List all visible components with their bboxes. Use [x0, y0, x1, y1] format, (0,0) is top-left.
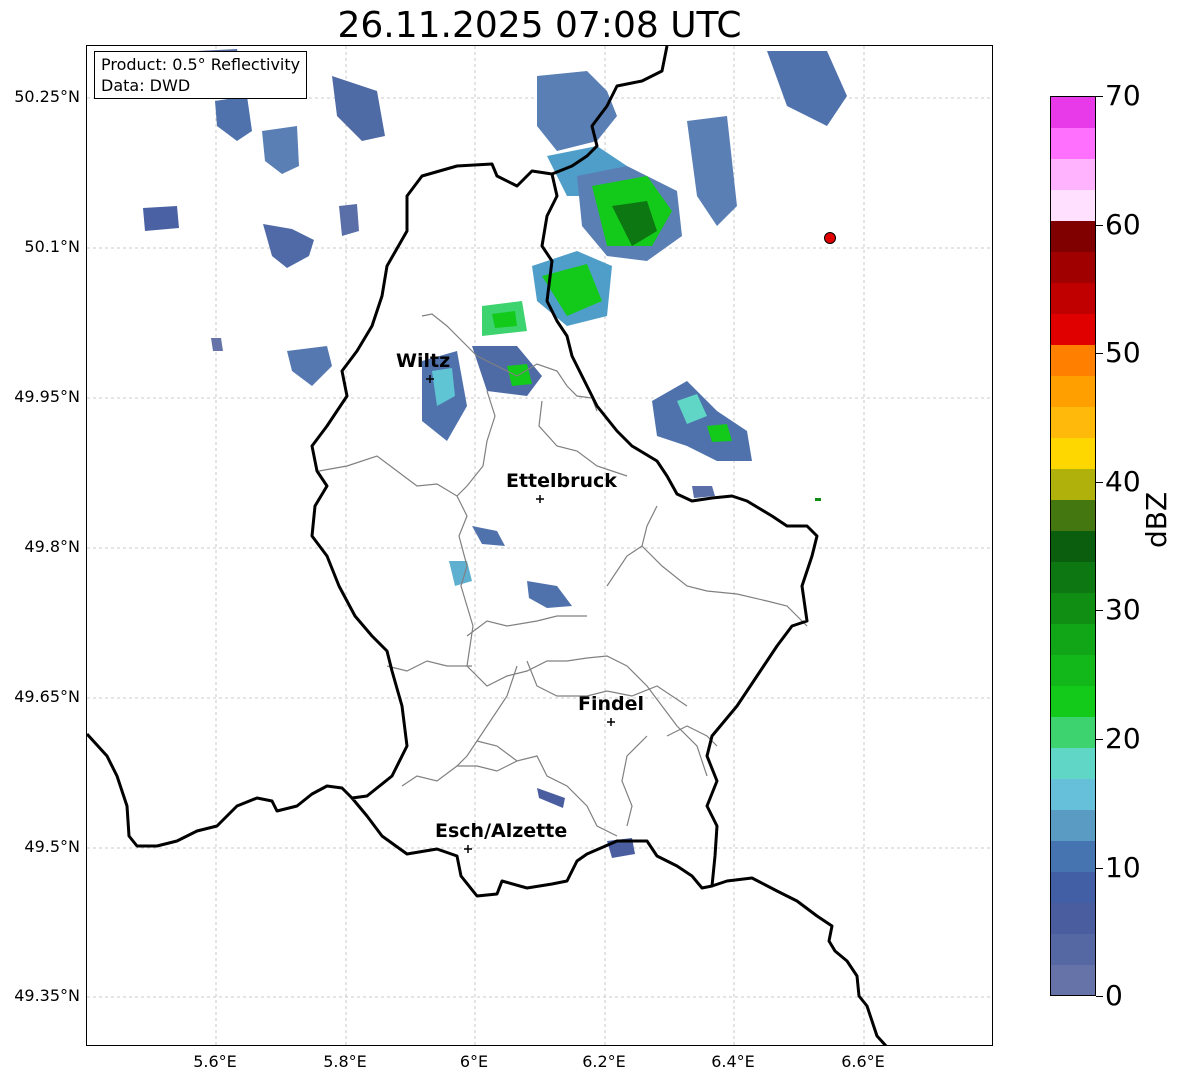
colorbar-tick-label: 50 [1105, 336, 1141, 369]
lat-label: 49.35°N [14, 986, 80, 1005]
echo-cell [815, 498, 821, 501]
lat-label: 49.8°N [24, 537, 80, 556]
colorbar-tick-label: 60 [1105, 208, 1141, 241]
colorbar-segment [1051, 530, 1095, 562]
radar-site-marker [824, 232, 836, 244]
lon-label: 6.6°E [841, 1052, 885, 1071]
lon-label: 6.4°E [711, 1052, 755, 1071]
city-marker-esch [464, 845, 472, 853]
colorbar-segment [1051, 97, 1095, 129]
echo-cell [287, 346, 332, 386]
echo-cell [537, 788, 565, 808]
city-marker-ettelbruck [536, 495, 544, 503]
lat-label: 49.95°N [14, 387, 80, 406]
colorbar-label: dBZ [1140, 491, 1173, 548]
colorbar-segment [1051, 685, 1095, 717]
city-label-esch: Esch/Alzette [435, 820, 568, 842]
echo-cell [339, 204, 359, 236]
colorbar-segment [1051, 251, 1095, 284]
colorbar-segment [1051, 840, 1095, 872]
echo-cell [211, 338, 223, 351]
colorbar-tick [1096, 96, 1103, 97]
radar-map[interactable] [86, 45, 993, 1046]
echo-cell [263, 224, 314, 268]
lat-label: 50.1°N [24, 237, 80, 256]
product-text: Product: 0.5° Reflectivity [101, 55, 301, 74]
echo-cell [472, 526, 505, 546]
colorbar-tick [1096, 739, 1103, 740]
echo-cell [692, 486, 715, 498]
colorbar-segment [1051, 375, 1095, 408]
colorbar-segment [1051, 933, 1095, 965]
colorbar-segment [1051, 871, 1095, 903]
colorbar-segment [1051, 902, 1095, 934]
colorbar-segment [1051, 964, 1095, 995]
echo-cell [332, 76, 385, 141]
colorbar-tick-label: 70 [1105, 79, 1141, 112]
gridlines [87, 46, 992, 1045]
map-canvas [87, 46, 992, 1045]
colorbar-segment [1051, 623, 1095, 655]
colorbar-tick [1096, 225, 1103, 226]
echo-cell [767, 51, 847, 126]
colorbar-segment [1051, 158, 1095, 191]
colorbar-tick [1096, 996, 1103, 997]
echo-cell [687, 116, 737, 226]
city-label-findel: Findel [578, 693, 645, 715]
city-marker-findel [607, 718, 615, 726]
colorbar-tick-label: 40 [1105, 465, 1141, 498]
colorbar-segment [1051, 716, 1095, 748]
lat-label: 49.65°N [14, 687, 80, 706]
germany-east-border [711, 876, 888, 1045]
colorbar-segment [1051, 778, 1095, 810]
echo-cell [215, 96, 252, 141]
product-info-box: Product: 0.5° Reflectivity Data: DWD [94, 51, 308, 99]
city-label-wiltz: Wiltz [396, 350, 451, 372]
colorbar-segment [1051, 344, 1095, 377]
colorbar-segment [1051, 499, 1095, 531]
lat-label: 49.5°N [24, 837, 80, 856]
lat-label: 50.25°N [14, 87, 80, 106]
echo-cell [262, 126, 299, 174]
colorbar-tick-label: 30 [1105, 593, 1141, 626]
echo-cell [492, 311, 517, 328]
colorbar-tick [1096, 610, 1103, 611]
colorbar-segment [1051, 654, 1095, 686]
echo-cell [652, 381, 752, 461]
colorbar-tick [1096, 868, 1103, 869]
colorbar-segment [1051, 127, 1095, 160]
france-border [87, 732, 354, 848]
colorbar-tick [1096, 482, 1103, 483]
lon-label: 5.8°E [323, 1052, 367, 1071]
colorbar-segment [1051, 468, 1095, 501]
colorbar-tick [1096, 353, 1103, 354]
city-label-ettelbruck: Ettelbruck [506, 470, 617, 492]
map-title: 26.11.2025 07:08 UTC [337, 5, 742, 46]
echo-cell [143, 206, 179, 231]
colorbar-segment [1051, 189, 1095, 222]
lon-label: 6°E [459, 1052, 489, 1071]
national-borders [87, 46, 888, 1045]
lon-label: 6.2°E [582, 1052, 626, 1071]
city-markers [426, 375, 615, 853]
lon-label: 5.6°E [193, 1052, 237, 1071]
colorbar-tick-label: 10 [1105, 851, 1141, 884]
colorbar-segment [1051, 313, 1095, 346]
colorbar-tick-label: 0 [1105, 979, 1123, 1012]
colorbar-tick-label: 20 [1105, 722, 1141, 755]
colorbar [1050, 96, 1096, 996]
colorbar-segment [1051, 592, 1095, 624]
echo-cell [449, 561, 472, 586]
colorbar-segment [1051, 809, 1095, 841]
colorbar-segment [1051, 406, 1095, 439]
colorbar-segment [1051, 220, 1095, 253]
colorbar-segment [1051, 437, 1095, 470]
colorbar-segment [1051, 561, 1095, 593]
colorbar-segment [1051, 747, 1095, 779]
echo-cell [527, 581, 572, 608]
colorbar-segment [1051, 282, 1095, 315]
data-source-text: Data: DWD [101, 76, 191, 95]
